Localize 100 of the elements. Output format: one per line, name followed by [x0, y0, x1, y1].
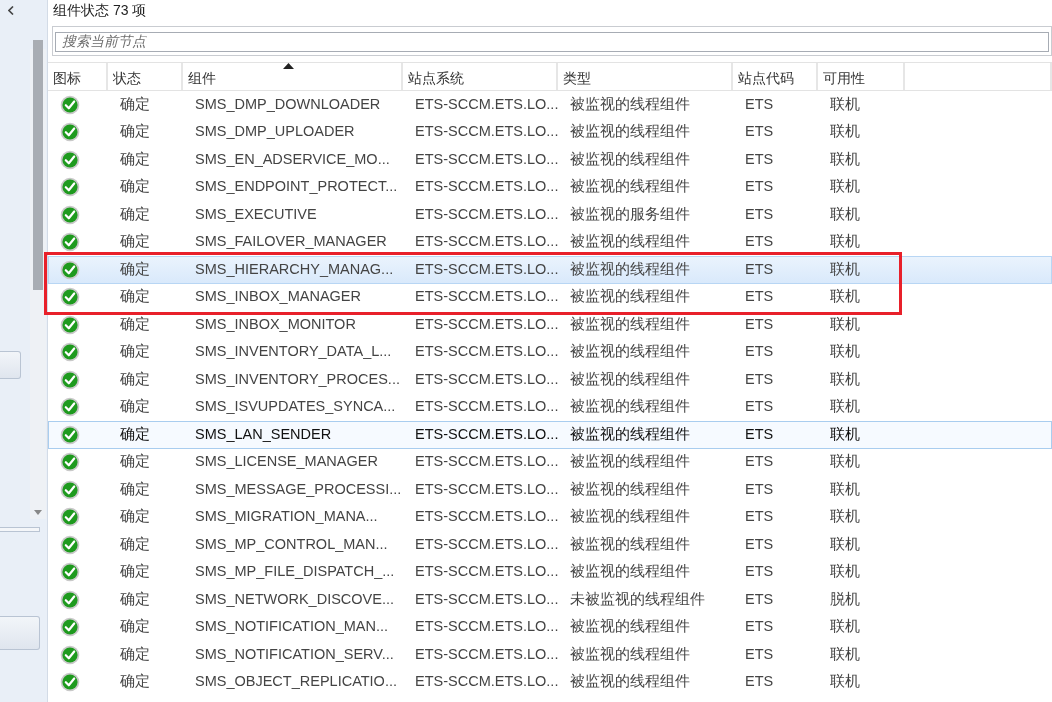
availability-cell-text: 联机 [829, 287, 861, 307]
check-icon [60, 204, 80, 225]
site-system-cell-text: ETS-SCCM.ETS.LO... [414, 232, 559, 252]
table-row[interactable]: 确定 SMS_DMP_DOWNLOADER ETS-SCCM.ETS.LO... 被监视的线程组件 ETS 联机 [48, 91, 1052, 119]
site-system-cell-text: ETS-SCCM.ETS.LO... [414, 259, 559, 279]
table-row[interactable]: 确定 SMS_MP_FILE_DISPATCH_... ETS-SCCM.ETS.LO... 被监视的线程组件 ETS 联机 [48, 558, 1052, 586]
column-header[interactable]: 图标 [48, 63, 108, 90]
type-cell-text: 被监视的线程组件 [569, 397, 691, 417]
table-row[interactable]: 确定 SMS_HIERARCHY_MANAG... ETS-SCCM.ETS.LO... 被监视的线程组件 ETS 联机 [48, 256, 1052, 284]
site-code-cell-text: ETS [744, 287, 775, 307]
availability-cell-text: 联机 [829, 177, 861, 197]
button[interactable] [0, 616, 40, 650]
table-row[interactable]: 确定 SMS_LICENSE_MANAGER ETS-SCCM.ETS.LO... 被监视的线程组件 ETS 联机 [48, 448, 1052, 476]
site-system-cell-text: ETS-SCCM.ETS.LO... [414, 94, 559, 114]
table-row[interactable]: 确定 SMS_MESSAGE_PROCESSI... ETS-SCCM.ETS.LO... 被监视的线程组件 ETS 联机 [48, 476, 1052, 504]
type-cell-text: 被监视的服务组件 [569, 204, 691, 224]
component-cell-text: SMS_MP_CONTROL_MAN... [194, 534, 389, 554]
table-row[interactable]: 确定 SMS_NOTIFICATION_MAN... ETS-SCCM.ETS.LO... 被监视的线程组件 ETS 联机 [48, 613, 1052, 641]
table-row[interactable]: 确定 SMS_OBJECT_REPLICATIO... ETS-SCCM.ETS.LO... 被监视的线程组件 ETS 联机 [48, 668, 1052, 696]
list-title: 组件状态 73 项 [52, 1, 148, 20]
table-row[interactable]: 确定 SMS_INVENTORY_PROCES... ETS-SCCM.ETS.LO... 被监视的线程组件 ETS 联机 [48, 366, 1052, 394]
check-icon [60, 287, 80, 308]
table-row[interactable]: 确定 SMS_MIGRATION_MANA... ETS-SCCM.ETS.LO... 被监视的线程组件 ETS 联机 [48, 503, 1052, 531]
availability-cell-text: 联机 [829, 259, 861, 279]
search-field[interactable]: 搜索当前节点 [55, 31, 1049, 52]
component-cell-text: SMS_NETWORK_DISCOVE... [194, 589, 395, 609]
type-cell-text: 被监视的线程组件 [569, 177, 691, 197]
site-system-cell-text: ETS-SCCM.ETS.LO... [414, 314, 559, 334]
table-row[interactable]: 确定 SMS_INBOX_MONITOR ETS-SCCM.ETS.LO... 被监视的线程组件 ETS 联机 [48, 311, 1052, 339]
availability-cell-text: 联机 [829, 479, 861, 499]
table-row[interactable]: 确定 SMS_ENDPOINT_PROTECT... ETS-SCCM.ETS.LO... 被监视的线程组件 ETS 联机 [48, 173, 1052, 201]
status-cell-text: 确定 [119, 204, 151, 224]
availability-cell-text: 联机 [829, 424, 861, 444]
status-cell-text: 确定 [119, 314, 151, 334]
column-header[interactable]: 可用性 [818, 63, 905, 90]
check-icon [60, 177, 80, 198]
column-header[interactable]: 站点系统 [403, 63, 558, 90]
availability-cell-text: 联机 [829, 122, 861, 142]
component-cell-text: SMS_FAILOVER_MANAGER [194, 232, 388, 252]
site-system-cell-text: ETS-SCCM.ETS.LO... [414, 287, 559, 307]
check-icon [60, 617, 80, 638]
status-cell-text: 确定 [119, 94, 151, 114]
check-icon [60, 149, 80, 170]
status-cell-text: 确定 [119, 562, 151, 582]
status-cell-text: 确定 [119, 259, 151, 279]
table-row[interactable]: 确定 SMS_DMP_UPLOADER ETS-SCCM.ETS.LO... 被监视的线程组件 ETS 联机 [48, 118, 1052, 146]
availability-cell-text: 联机 [829, 452, 861, 472]
table-row[interactable]: 确定 SMS_EN_ADSERVICE_MO... ETS-SCCM.ETS.LO... 被监视的线程组件 ETS 联机 [48, 146, 1052, 174]
site-code-cell-text: ETS [744, 479, 775, 499]
table-row[interactable]: 确定 SMS_LAN_SENDER ETS-SCCM.ETS.LO... 被监视的线程组件 ETS 联机 [48, 421, 1052, 449]
splitter[interactable] [0, 527, 40, 532]
table-row[interactable]: 确定 SMS_INBOX_MANAGER ETS-SCCM.ETS.LO... 被监视的线程组件 ETS 联机 [48, 283, 1052, 311]
scroll-down-icon[interactable] [34, 510, 42, 515]
check-icon [60, 259, 80, 280]
status-cell-text: 确定 [119, 287, 151, 307]
button[interactable] [0, 351, 21, 379]
status-cell-text: 确定 [119, 617, 151, 637]
check-icon [60, 232, 80, 253]
site-system-cell-text: ETS-SCCM.ETS.LO... [414, 507, 559, 527]
availability-cell-text: 联机 [829, 204, 861, 224]
column-header[interactable]: 组件 [183, 63, 403, 90]
component-cell-text: SMS_LAN_SENDER [194, 424, 333, 444]
type-cell-text: 被监视的线程组件 [569, 369, 691, 389]
site-system-cell-text: ETS-SCCM.ETS.LO... [414, 644, 559, 664]
site-code-cell-text: ETS [744, 369, 775, 389]
component-cell-text: SMS_NOTIFICATION_SERV... [194, 644, 395, 664]
availability-cell-text: 联机 [829, 94, 861, 114]
site-code-cell-text: ETS [744, 259, 775, 279]
site-code-cell-text: ETS [744, 534, 775, 554]
column-header[interactable]: 类型 [558, 63, 733, 90]
check-icon [60, 507, 80, 528]
type-cell-text: 被监视的线程组件 [569, 94, 691, 114]
table-row[interactable]: 确定 SMS_ISVUPDATES_SYNCA... ETS-SCCM.ETS.LO... 被监视的线程组件 ETS 联机 [48, 393, 1052, 421]
table-row[interactable]: 确定 SMS_NETWORK_DISCOVE... ETS-SCCM.ETS.LO... 未被监视的线程组件 ETS 脱机 [48, 586, 1052, 614]
site-code-cell-text: ETS [744, 424, 775, 444]
table-row[interactable]: 确定 SMS_FAILOVER_MANAGER ETS-SCCM.ETS.LO... 被监视的线程组件 ETS 联机 [48, 228, 1052, 256]
check-icon [60, 644, 80, 665]
availability-cell-text: 联机 [829, 534, 861, 554]
type-cell-text: 被监视的线程组件 [569, 424, 691, 444]
type-cell-text: 未被监视的线程组件 [569, 589, 706, 609]
table-row[interactable]: 确定 SMS_NOTIFICATION_SERV... ETS-SCCM.ETS.LO... 被监视的线程组件 ETS 联机 [48, 641, 1052, 669]
column-header[interactable]: 站点代码 [733, 63, 818, 90]
site-code-cell-text: ETS [744, 122, 775, 142]
site-system-cell-text: ETS-SCCM.ETS.LO... [414, 369, 559, 389]
table-row[interactable]: 确定 SMS_EXECUTIVE ETS-SCCM.ETS.LO... 被监视的服务组件 ETS 联机 [48, 201, 1052, 229]
scrollbar-thumb[interactable] [33, 40, 43, 290]
type-cell-text: 被监视的线程组件 [569, 562, 691, 582]
site-system-cell-text: ETS-SCCM.ETS.LO... [414, 342, 559, 362]
component-cell-text: SMS_DMP_DOWNLOADER [194, 94, 382, 114]
status-cell-text: 确定 [119, 397, 151, 417]
status-cell-text: 确定 [119, 589, 151, 609]
site-code-cell-text: ETS [744, 644, 775, 664]
type-cell-text: 被监视的线程组件 [569, 122, 691, 142]
table-row[interactable]: 确定 SMS_INVENTORY_DATA_L... ETS-SCCM.ETS.LO... 被监视的线程组件 ETS 联机 [48, 338, 1052, 366]
table-row[interactable]: 确定 SMS_MP_CONTROL_MAN... ETS-SCCM.ETS.LO... 被监视的线程组件 ETS 联机 [48, 531, 1052, 559]
check-icon [60, 314, 80, 335]
availability-cell-text: 联机 [829, 369, 861, 389]
site-system-cell-text: ETS-SCCM.ETS.LO... [414, 397, 559, 417]
type-cell-text: 被监视的线程组件 [569, 452, 691, 472]
column-header[interactable]: 状态 [108, 63, 183, 90]
